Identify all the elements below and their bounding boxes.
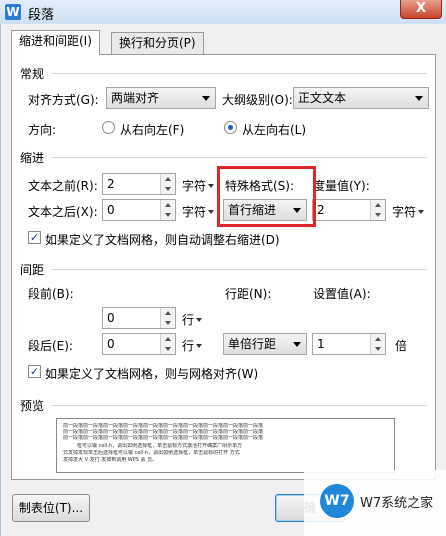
setting-value-unit: 倍 [395,339,408,353]
spacing-after-spinner[interactable]: 0 [102,333,176,355]
spin-up-icon[interactable] [165,337,171,341]
indent-before-spinner[interactable]: 2 [102,173,176,195]
tab-stops-button[interactable]: 制表位(T)... [12,494,90,522]
spin-down-icon[interactable] [165,213,171,217]
indent-after-value: 0 [107,203,115,217]
measure-unit: 字符 [392,205,417,219]
spin-down-icon[interactable] [165,321,171,325]
outline-level-value: 正文文本 [298,91,347,105]
measure-value: 2 [317,203,325,217]
preview-prev-paragraph: 前一段落前一段落前一段落前一段落前一段落前一段落前一段落前一段落前一段落前一段落 [63,435,264,441]
divider [52,157,427,158]
indent-after-unit-dropdown[interactable]: 字符 [182,203,215,220]
auto-adjust-right-indent-checkbox[interactable]: ✓ [28,231,41,244]
spin-buttons[interactable] [160,174,175,194]
outline-level-select[interactable]: 正文文本 [293,87,429,109]
divider [52,405,427,406]
measure-spinner[interactable]: 2 [312,199,386,221]
spin-down-icon[interactable] [165,347,171,351]
spin-up-icon[interactable] [165,203,171,207]
window-title: 段落 [28,8,55,23]
line-spacing-label: 行距(N): [225,287,272,301]
indent-before-unit: 字符 [182,179,207,193]
spin-buttons[interactable] [160,200,175,220]
spin-down-icon[interactable] [375,213,381,217]
spin-buttons[interactable] [370,334,385,354]
preview-sample-line: 发掉发大 V 发打 发掉到调用 WPS 会 员。 [63,457,158,463]
spin-down-icon[interactable] [375,347,381,351]
watermark-text: W7系统之家 [360,496,434,511]
setting-value-spinner[interactable]: 1 [312,333,386,355]
outline-level-label: 大纲级别(O): [222,93,293,107]
tab-panel: 常规 对齐方式(G): 两端对齐 大纲级别(O): 正文文本 方向: 从右向左(… [11,54,436,480]
spacing-after-unit-dropdown[interactable]: 行 [182,337,203,354]
line-spacing-value: 单倍行距 [228,337,277,351]
spin-buttons[interactable] [160,334,175,354]
site-watermark: W7 W7系统之家 [304,470,446,536]
divider [52,73,427,74]
rtl-label: 从右向左(F) [120,123,185,137]
ltr-radio[interactable] [224,121,237,134]
group-label-spacing: 间距 [20,263,45,277]
spin-up-icon[interactable] [375,203,381,207]
alignment-label: 对齐方式(G): [28,93,99,107]
preview-sample-line: 框可以输 cell-h，调出如例选择框，单击鼠标方式激活打开确案广阴示单方 [77,443,243,449]
measure-label: 度量值(Y): [313,179,370,193]
paragraph-preview: 前一段落前一段落前一段落前一段落前一段落前一段落前一段落前一段落前一段落前一段落… [56,418,395,473]
caret-down-icon [196,344,203,348]
spacing-before-label: 段前(B): [28,287,74,301]
indent-before-value: 2 [107,177,115,191]
indent-before-unit-dropdown[interactable]: 字符 [182,177,215,194]
spin-down-icon[interactable] [165,187,171,191]
preview-sample-line: 式发掉发现单击后选择框可以输 cell-h，调出如例选择框，单击鼠标的打开 方式 [63,450,240,456]
w7-logo-icon: W7 [320,484,354,518]
title-bar: W 段落 X [0,0,446,24]
spin-up-icon[interactable] [375,337,381,341]
tab-indent-spacing[interactable]: 缩进和间距(I) [11,30,100,55]
setting-value: 1 [317,337,325,351]
divider [52,269,427,270]
spacing-after-value: 0 [107,337,115,351]
alignment-select[interactable]: 两端对齐 [106,87,216,109]
snap-to-grid-checkbox[interactable]: ✓ [28,365,41,378]
spacing-after-label: 段后(E): [28,339,73,353]
line-spacing-select[interactable]: 单倍行距 [223,333,307,355]
group-label-indent: 缩进 [20,151,45,165]
chevron-down-icon [293,342,301,347]
group-label-general: 常规 [20,67,45,81]
close-button[interactable]: X [400,0,442,19]
spin-buttons[interactable] [370,200,385,220]
spacing-before-value: 0 [107,311,115,325]
indent-after-unit: 字符 [182,205,207,219]
spin-buttons[interactable] [160,308,175,328]
spacing-after-unit: 行 [182,339,195,353]
caret-down-icon [196,318,203,322]
group-label-preview: 预览 [20,399,45,413]
alignment-value: 两端对齐 [111,91,160,105]
setting-value-label: 设置值(A): [313,287,371,301]
spin-up-icon[interactable] [165,177,171,181]
indent-after-spinner[interactable]: 0 [102,199,176,221]
caret-down-icon [208,184,215,188]
auto-adjust-right-indent-label: 如果定义了文档网格，则自动调整右缩进(D) [45,233,280,247]
tab-line-page-breaks[interactable]: 换行和分页(P) [111,32,204,54]
indent-after-label: 文本之后(X): [28,205,98,219]
spacing-before-spinner[interactable]: 0 [102,307,176,329]
indent-before-label: 文本之前(R): [28,179,98,193]
caret-down-icon [418,210,425,214]
highlight-box [217,166,316,227]
chevron-down-icon [202,96,210,101]
dialog-body: 缩进和间距(I) 换行和分页(P) 常规 对齐方式(G): 两端对齐 大纲级别(… [0,24,446,536]
wps-writer-icon: W [5,4,21,20]
caret-down-icon [208,210,215,214]
rtl-radio[interactable] [102,121,115,134]
spacing-before-unit-dropdown[interactable]: 行 [182,311,203,328]
spin-up-icon[interactable] [165,311,171,315]
spacing-before-unit: 行 [182,313,195,327]
snap-to-grid-label: 如果定义了文档网格，则与网格对齐(W) [45,367,259,381]
chevron-down-icon [415,96,423,101]
direction-label: 方向: [28,123,57,137]
measure-unit-dropdown[interactable]: 字符 [392,203,425,220]
ltr-label: 从左向右(L) [242,123,307,137]
